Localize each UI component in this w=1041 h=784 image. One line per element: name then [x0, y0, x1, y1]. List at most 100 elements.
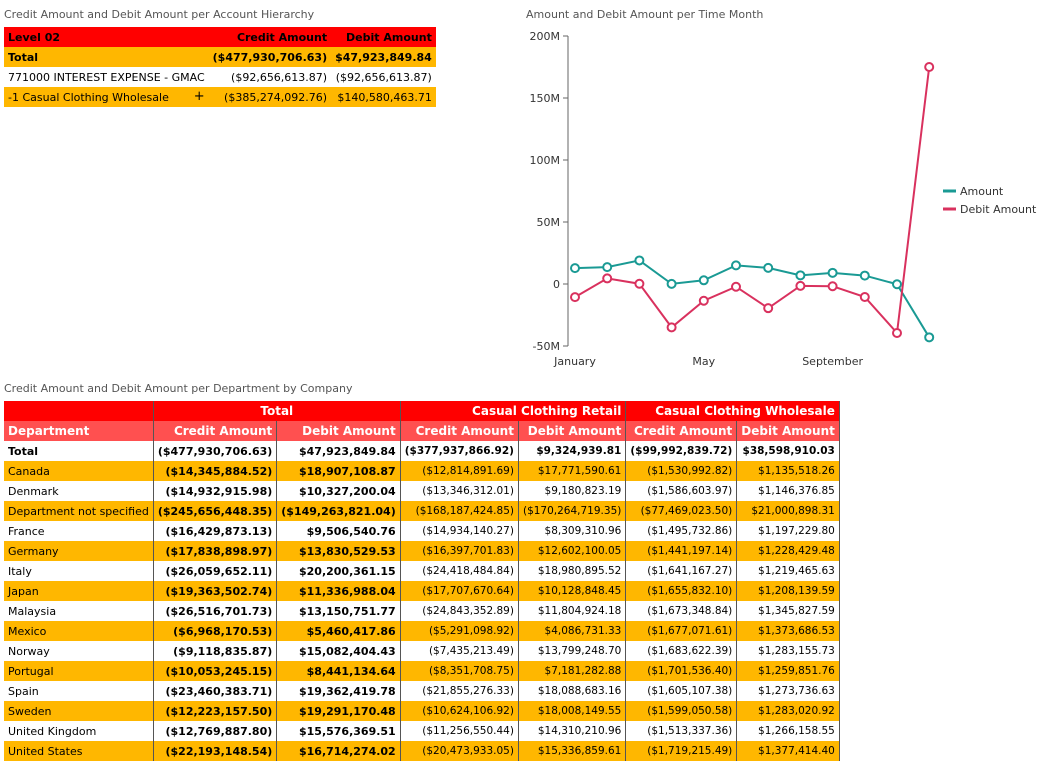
data-point[interactable] [570, 263, 580, 274]
table-row-total: Total ($477,930,706.63) $47,923,849.84 ($37… [4, 441, 840, 461]
expand-plus-icon[interactable]: + [194, 90, 205, 103]
data-point[interactable] [731, 281, 741, 292]
table-row: France ($16,429,873.13) $9,506,540.76 ($14,… [4, 521, 840, 541]
data-point[interactable] [827, 267, 838, 278]
x-tick-label: September [802, 355, 863, 368]
chart-visual-title: Amount and Debit Amount per Time Month [526, 8, 764, 21]
amount-cell: ($1,641,167.27) [625, 561, 738, 581]
data-point[interactable] [602, 262, 613, 273]
amount-cell: ($26,516,701.73) [153, 601, 278, 621]
column-header-amount[interactable]: Credit Amount [153, 421, 278, 441]
column-header-amount[interactable]: Debit Amount [518, 421, 627, 441]
amount-cell: $38,598,910.03 [736, 441, 840, 461]
department-cell: Germany [4, 541, 154, 561]
table-row: Japan ($19,363,502.74) $11,336,988.04 ($17,… [4, 581, 840, 601]
column-header-amount[interactable]: Credit Amount [400, 421, 519, 441]
department-cell: Total [4, 441, 154, 461]
amount-cell: $8,441,134.64 [276, 661, 401, 681]
y-tick-label: 100M [530, 154, 561, 167]
column-header-amount[interactable]: Credit Amount [625, 421, 738, 441]
amount-cell: $18,980,895.52 [518, 561, 627, 581]
amount-cell: ($10,624,106.92) [400, 701, 519, 721]
amount-cell: ($10,053,245.15) [153, 661, 278, 681]
amount-cell: $9,506,540.76 [276, 521, 401, 541]
data-point[interactable] [763, 262, 774, 273]
amount-cell: $1,208,139.59 [736, 581, 840, 601]
data-point[interactable] [795, 280, 806, 291]
hierarchy-credit-cell: ($92,656,613.87) [208, 67, 332, 87]
department-cell: Norway [4, 641, 154, 661]
data-point[interactable] [570, 292, 580, 303]
amount-cell: ($1,530,992.82) [625, 461, 738, 481]
amount-cell: ($11,256,550.44) [400, 721, 519, 741]
amount-cell: $19,291,170.48 [276, 701, 401, 721]
amount-cell: ($1,655,832.10) [625, 581, 738, 601]
hierarchy-header-debit[interactable]: Debit Amount [331, 27, 436, 47]
data-point[interactable] [795, 270, 806, 281]
amount-cell: ($20,473,933.05) [400, 741, 519, 761]
data-point[interactable] [666, 278, 677, 289]
data-point[interactable] [924, 332, 935, 343]
amount-cell: $9,180,823.19 [518, 481, 627, 501]
amount-cell: ($1,441,197.14) [625, 541, 738, 561]
company-header-retail[interactable]: Casual Clothing Retail [400, 401, 627, 421]
data-point[interactable] [666, 322, 677, 333]
amount-cell: $1,197,229.80 [736, 521, 840, 541]
hierarchy-header-level[interactable]: Level 02 [4, 27, 209, 47]
company-header-wholesale[interactable]: Casual Clothing Wholesale [625, 401, 840, 421]
amount-cell: $1,259,851.76 [736, 661, 840, 681]
hierarchy-row-label: Total [4, 47, 209, 67]
data-point[interactable] [731, 260, 741, 271]
amount-cell: $13,150,751.77 [276, 601, 401, 621]
hierarchy-credit-cell: ($385,274,092.76) [208, 87, 332, 107]
data-point[interactable] [892, 279, 902, 290]
department-cell: Denmark [4, 481, 154, 501]
amount-cell: ($1,586,603.97) [625, 481, 738, 501]
company-header-total[interactable]: Total [153, 401, 401, 421]
legend-label[interactable]: Debit Amount [960, 203, 1037, 216]
table-row: Malaysia ($26,516,701.73) $13,150,751.77 ($… [4, 601, 840, 621]
amount-cell: ($23,460,383.71) [153, 681, 278, 701]
department-cell: Mexico [4, 621, 154, 641]
amount-cell: ($1,605,107.38) [625, 681, 738, 701]
data-point[interactable] [827, 281, 838, 292]
hierarchy-row-total: Total ($477,930,706.63) $47,923,849.84 [4, 47, 436, 67]
hierarchy-row-label: 771000 INTEREST EXPENSE - GMAC [4, 67, 209, 87]
hierarchy-header-credit[interactable]: Credit Amount [208, 27, 332, 47]
table-row: Denmark ($14,932,915.98) $10,327,200.04 ($1… [4, 481, 840, 501]
y-tick-label: -50M [533, 340, 560, 353]
data-point[interactable] [763, 303, 774, 314]
amount-cell: ($1,673,348.84) [625, 601, 738, 621]
table-row: United States ($22,193,148.54) $16,714,274… [4, 741, 840, 761]
amount-cell: ($19,363,502.74) [153, 581, 278, 601]
column-header-amount[interactable]: Debit Amount [276, 421, 401, 441]
amount-cell: $4,086,731.33 [518, 621, 627, 641]
amount-cell: $1,273,736.63 [736, 681, 840, 701]
data-point[interactable] [892, 327, 902, 338]
amount-cell: ($8,351,708.75) [400, 661, 519, 681]
data-point[interactable] [859, 270, 870, 281]
amount-cell: ($149,263,821.04) [276, 501, 401, 521]
data-point[interactable] [698, 275, 709, 286]
legend-label[interactable]: Amount [960, 185, 1004, 198]
data-point[interactable] [698, 295, 709, 306]
amount-cell: ($1,701,536.40) [625, 661, 738, 681]
company-header-row: Total Casual Clothing Retail Casual Clot… [4, 401, 840, 421]
hierarchy-visual-title: Credit Amount and Debit Amount per Accou… [4, 8, 315, 21]
amount-cell: $10,327,200.04 [276, 481, 401, 501]
dept-visual-title: Credit Amount and Debit Amount per Depar… [4, 382, 353, 395]
column-header-amount[interactable]: Debit Amount [736, 421, 840, 441]
amount-cell: ($14,932,915.98) [153, 481, 278, 501]
hierarchy-row-label: -1 Casual Clothing Wholesale [8, 90, 169, 104]
hierarchy-credit-cell: ($477,930,706.63) [208, 47, 332, 67]
y-tick-label: 150M [530, 92, 561, 105]
data-point[interactable] [634, 278, 645, 289]
data-point[interactable] [924, 62, 935, 72]
data-point[interactable] [859, 292, 870, 303]
column-header-department[interactable]: Department [4, 421, 154, 441]
amount-cell: $11,336,988.04 [276, 581, 401, 601]
table-row: United Kingdom ($12,769,887.80) $15,576,36… [4, 721, 840, 741]
data-point[interactable] [634, 255, 645, 266]
amount-cell: $1,228,429.48 [736, 541, 840, 561]
data-point[interactable] [602, 273, 613, 284]
